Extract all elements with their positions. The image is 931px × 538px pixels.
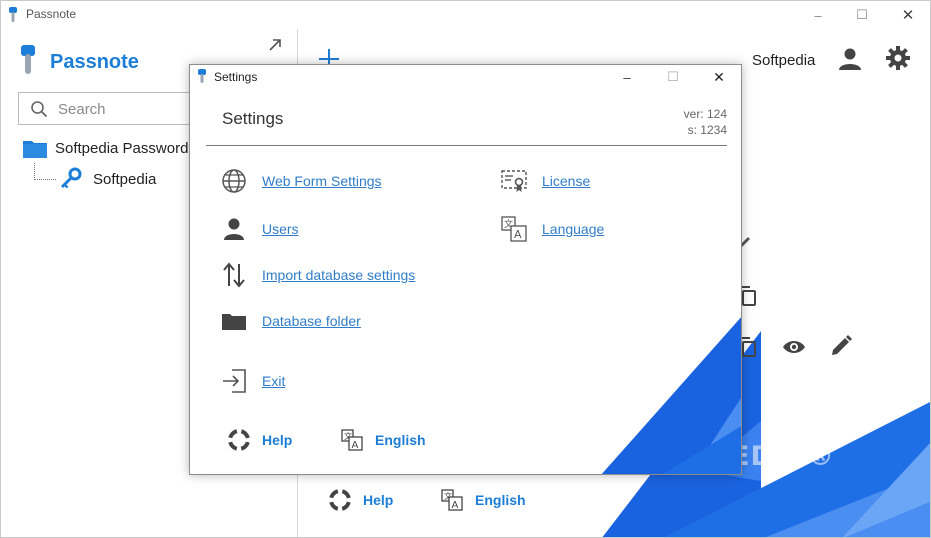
brand-name: Passnote <box>50 51 139 73</box>
language-button[interactable]: 文 A English <box>441 489 526 511</box>
license-link[interactable]: License <box>542 173 590 189</box>
edit-pen-icon[interactable] <box>829 334 853 358</box>
svg-text:A: A <box>514 228 522 241</box>
language-link[interactable]: Language <box>542 221 604 237</box>
window-minimize-button[interactable]: – <box>796 1 840 29</box>
window-close-button[interactable]: ✕ <box>886 1 930 29</box>
import-arrows-icon <box>223 262 245 288</box>
build-number: s: 1234 <box>687 123 727 137</box>
dialog-minimize-button[interactable]: – <box>604 65 650 89</box>
option-import-database-settings[interactable]: Import database settings <box>220 261 415 289</box>
dialog-help-label: Help <box>262 432 293 448</box>
window-title: Passnote <box>26 7 77 21</box>
eye-icon[interactable] <box>781 337 807 357</box>
expand-arrow-icon[interactable] <box>267 37 283 53</box>
tree-folder-label: Softpedia Passwords <box>55 140 196 157</box>
exit-icon <box>223 369 246 393</box>
certificate-icon <box>501 170 527 192</box>
option-exit[interactable]: Exit <box>220 367 285 395</box>
option-web-form-settings[interactable]: Web Form Settings <box>220 167 382 195</box>
search-placeholder: Search <box>58 101 106 118</box>
dialog-language-button[interactable]: 文 A English <box>341 429 426 451</box>
account-icon[interactable] <box>838 47 862 71</box>
dialog-close-button[interactable]: ✕ <box>696 65 741 89</box>
settings-dialog: Settings – ☐ ✕ Settings ver: 124 s: 1234… <box>189 64 742 475</box>
dialog-divider <box>206 145 727 146</box>
help-label: Help <box>363 492 394 508</box>
option-license[interactable]: License <box>500 167 590 195</box>
window-maximize-button[interactable]: ☐ <box>840 1 884 29</box>
translate-icon: 文 A <box>441 489 463 511</box>
dialog-language-label: English <box>375 432 426 448</box>
web-form-settings-link[interactable]: Web Form Settings <box>262 173 382 189</box>
folder-icon <box>222 314 246 330</box>
help-button[interactable]: Help <box>329 489 393 511</box>
version-info: ver: 124 s: 1234 <box>684 106 727 138</box>
settings-gear-icon[interactable] <box>885 45 911 71</box>
window-titlebar: Passnote – ☐ ✕ <box>1 1 930 29</box>
dialog-titlebar: Settings – ☐ ✕ <box>190 65 741 89</box>
search-icon <box>31 101 48 118</box>
svg-text:A: A <box>452 500 459 511</box>
tree-connector <box>34 163 56 180</box>
option-database-folder[interactable]: Database folder <box>220 307 361 335</box>
dialog-help-button[interactable]: Help <box>228 429 292 451</box>
app-key-icon <box>198 69 206 83</box>
option-language[interactable]: 文 A Language <box>500 215 604 243</box>
option-users[interactable]: Users <box>220 215 299 243</box>
folder-icon <box>23 141 47 158</box>
user-icon <box>224 218 244 240</box>
lifebuoy-icon <box>329 489 351 511</box>
translate-icon: 文 A <box>501 216 527 242</box>
database-folder-link[interactable]: Database folder <box>262 313 361 329</box>
dialog-heading: Settings <box>222 109 284 128</box>
import-database-settings-link[interactable]: Import database settings <box>262 267 415 283</box>
current-user-name: Softpedia <box>752 52 816 69</box>
lifebuoy-icon <box>228 429 250 451</box>
svg-text:A: A <box>352 440 359 451</box>
tree-item-label: Softpedia <box>93 171 157 188</box>
version-number: ver: 124 <box>683 107 727 121</box>
language-label: English <box>475 492 526 508</box>
app-key-icon <box>9 7 17 22</box>
dialog-maximize-button[interactable]: ☐ <box>650 65 696 89</box>
exit-link[interactable]: Exit <box>262 373 285 389</box>
dialog-title: Settings <box>214 70 258 84</box>
translate-icon: 文 A <box>341 429 363 451</box>
brand-key-icon <box>21 45 35 74</box>
users-link[interactable]: Users <box>262 221 299 237</box>
key-icon <box>60 167 82 189</box>
globe-icon <box>222 169 246 193</box>
